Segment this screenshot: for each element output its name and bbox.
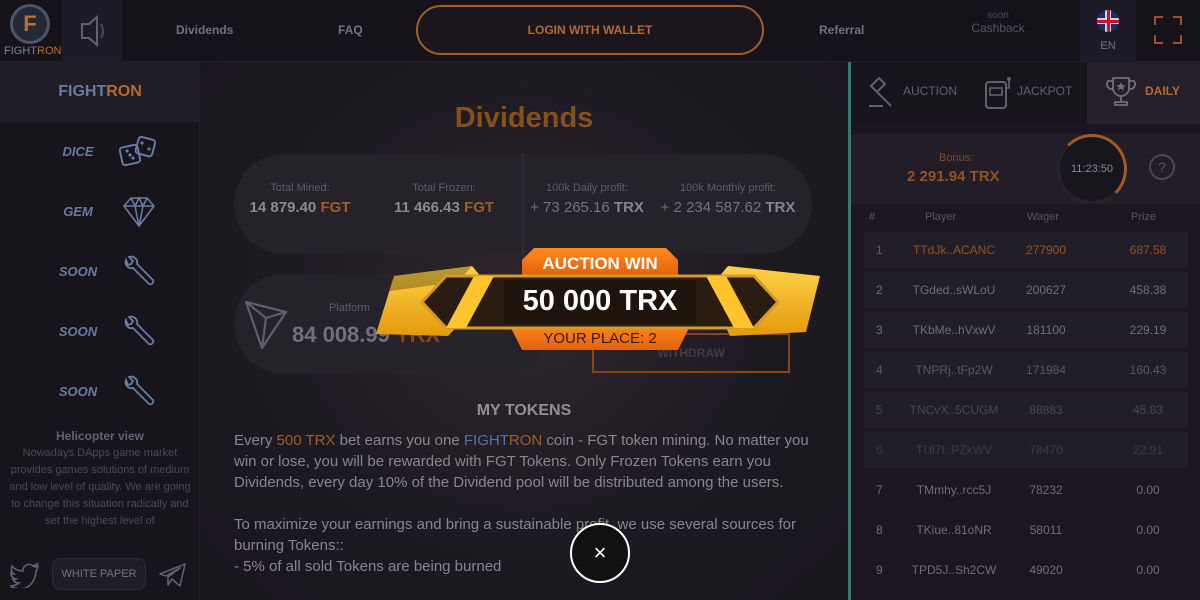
gem-icon (122, 196, 156, 228)
table-row[interactable]: 3 TKbMe..hVxwV 181100 229.19 (864, 312, 1188, 348)
helicopter-view-text: Nowadays DApps game market provides game… (9, 447, 191, 527)
dice-icon (118, 135, 157, 167)
help-icon[interactable]: ? (1149, 154, 1175, 180)
login-with-wallet-button[interactable]: LOGIN WITH WALLET (416, 5, 764, 55)
sidebar-title: FIGHTRON (0, 62, 200, 122)
paragraph: To maximize your earnings and bring a su… (234, 516, 796, 554)
nav-dividends[interactable]: Dividends (176, 23, 233, 37)
telegram-icon[interactable] (158, 562, 188, 588)
platform-label: Platform (329, 302, 370, 314)
twitter-icon[interactable] (10, 562, 40, 588)
sidebar-item-label: SOON (58, 324, 98, 339)
stat-total-mined: Total Mined: 14 879.40 FGT (246, 182, 354, 216)
nav-faq[interactable]: FAQ (338, 23, 363, 37)
gavel-icon (869, 76, 892, 107)
sidebar-item-gem[interactable]: GEM (0, 182, 200, 242)
stat-value: + 2 234 587.62 TRX (660, 199, 796, 216)
tab-label: DAILY (1145, 84, 1180, 98)
nav-referral[interactable]: Referral (819, 23, 864, 37)
cashback-label: Cashback (971, 21, 1025, 35)
tron-logo-icon (244, 300, 288, 350)
language-selector[interactable]: EN (1080, 0, 1136, 62)
tab-label: JACKPOT (1017, 84, 1073, 98)
white-paper-button[interactable]: WHITE PAPER (52, 558, 146, 590)
table-row[interactable]: 4 TNPRj..tFp2W 171984 160.43 (864, 352, 1188, 388)
table-row[interactable]: 9 TPD5J..Sh2CW 49020 0.00 (864, 552, 1188, 588)
paragraph: Every 500 TRX bet earns you one FIGHTRON… (234, 432, 809, 491)
countdown-timer: 11:23:50 (1057, 134, 1127, 204)
stat-label: Total Mined: (270, 182, 330, 194)
sidebar: FIGHTRON DICE GEM SOON SOON SOON Helicop (0, 62, 200, 600)
wrench-icon (124, 315, 155, 346)
top-bar: F FIGHTRON Dividends FAQ LOGIN WITH WALL… (0, 0, 1200, 62)
tab-auction[interactable]: AUCTION (851, 62, 967, 124)
trophy-icon (1106, 77, 1136, 106)
auction-win-title: AUCTION WIN (542, 254, 658, 273)
speaker-muted-icon (81, 14, 104, 48)
sound-toggle-button[interactable] (62, 0, 122, 62)
table-row[interactable]: 5 TNCvX..5CUGM 88883 45.83 (864, 392, 1188, 428)
helicopter-view-title: Helicopter view (55, 429, 145, 443)
language-label: EN (1100, 40, 1116, 52)
sidebar-item-label: SOON (58, 384, 98, 399)
tab-jackpot[interactable]: JACKPOT (973, 62, 1081, 124)
stat-value: 14 879.40 FGT (249, 199, 351, 216)
paragraph: - 5% of all sold Tokens are being burned (234, 558, 502, 575)
sidebar-item-dice[interactable]: DICE (0, 122, 200, 182)
sidebar-footer: WHITE PAPER (0, 552, 200, 600)
stat-value: 11 466.43 FGT (393, 199, 495, 216)
timer-text: 11:23:50 (1070, 163, 1113, 175)
table-row[interactable]: 7 TMmhy..rcc5J 78232 0.00 (864, 472, 1188, 508)
close-button[interactable]: × (570, 523, 630, 583)
sidebar-item-soon-2[interactable]: SOON (0, 302, 200, 362)
table-row[interactable]: 2 TGded..sWLoU 200627 458.38 (864, 272, 1188, 308)
sidebar-item-label: SOON (58, 264, 98, 279)
logo-mark: F (10, 4, 50, 44)
col-wager: Wager (1027, 211, 1059, 223)
bonus-box: Bonus: 2 291.94 TRX 11:23:50 ? (851, 134, 1200, 204)
stat-label: 100k Monthly profit: (680, 182, 776, 194)
slot-machine-icon (985, 77, 1011, 109)
logo[interactable]: F FIGHTRON (4, 2, 62, 60)
nav-cashback[interactable]: soon Cashback (968, 10, 1028, 34)
tab-label: AUCTION (903, 84, 957, 98)
sidebar-item-soon-3[interactable]: SOON (0, 362, 200, 422)
table-row[interactable]: 8 TKiue..81oNR 58011 0.00 (864, 512, 1188, 548)
wrench-icon (124, 375, 155, 406)
table-header: # Player Wager Prize (851, 208, 1200, 228)
logo-text: FIGHTRON (4, 45, 62, 57)
dividend-stats: Total Mined: 14 879.40 FGT Total Frozen:… (234, 154, 812, 254)
stat-total-frozen: Total Frozen: 11 466.43 FGT (384, 182, 504, 216)
stat-monthly-profit: 100k Monthly profit: + 2 234 587.62 TRX (656, 182, 800, 216)
sidebar-item-label: DICE (62, 144, 94, 159)
auction-win-amount: 50 000 TRX (522, 285, 678, 317)
stat-value: + 73 265.16 TRX (530, 199, 644, 216)
fullscreen-icon[interactable] (1154, 16, 1182, 44)
my-tokens-description: Every 500 TRX bet earns you one FIGHTRON… (234, 430, 814, 577)
stat-label: Total Frozen: (412, 182, 476, 194)
stat-daily-profit: 100k Daily profit: + 73 265.16 TRX (524, 182, 650, 216)
bonus-value: 2 291.94 TRX (907, 168, 1000, 185)
table-row[interactable]: 6 TUi7f..PZkWV 78470 22.91 (864, 432, 1188, 468)
leaderboard-tabs: AUCTION JACKPOT DAILY (851, 62, 1200, 124)
col-prize: Prize (1131, 211, 1157, 223)
wrench-icon (124, 255, 155, 286)
stat-label: 100k Daily profit: (546, 182, 628, 194)
table-row[interactable]: 1 TTdJk..ACANC 277900 687.58 (864, 232, 1188, 268)
leaderboard-panel: AUCTION JACKPOT DAILY Bonus: 2 291.94 TR… (848, 62, 1200, 600)
sidebar-item-soon-1[interactable]: SOON (0, 242, 200, 302)
tab-daily[interactable]: DAILY (1087, 62, 1200, 124)
page-title: Dividends (454, 102, 594, 134)
my-tokens-heading: MY TOKENS (476, 402, 572, 419)
sidebar-item-label: GEM (63, 204, 93, 219)
col-player: Player (925, 211, 957, 223)
auction-win-place: YOUR PLACE: 2 (543, 330, 657, 347)
uk-flag-icon (1097, 10, 1119, 32)
col-num: # (869, 211, 876, 223)
bonus-label: Bonus: (939, 152, 974, 164)
